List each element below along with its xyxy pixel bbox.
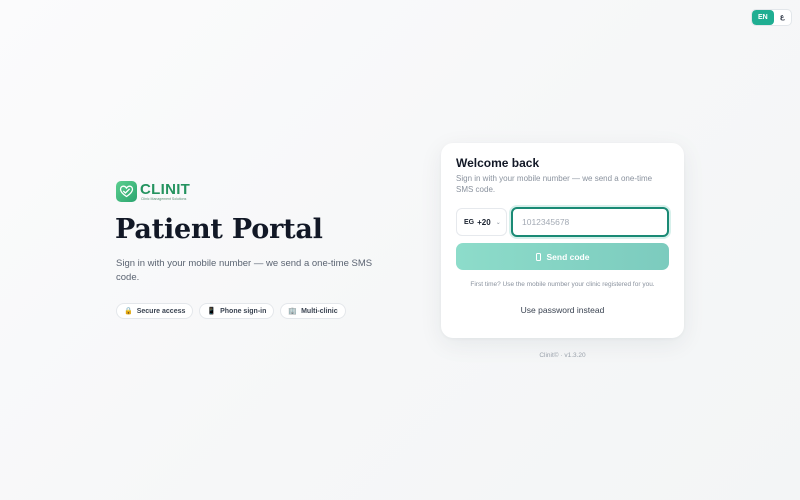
brand-logo: CLINIT Clinic Management Solutions bbox=[116, 181, 190, 202]
chip-label: Secure access bbox=[136, 307, 186, 315]
lang-en-button[interactable]: EN bbox=[752, 10, 774, 25]
chip-secure-access: 🔒 Secure access bbox=[116, 303, 194, 319]
language-switcher: EN ع bbox=[751, 9, 792, 26]
country-code-select[interactable]: EG +20 ⌄ bbox=[456, 208, 507, 236]
page-subtitle: Sign in with your mobile number — we sen… bbox=[116, 258, 373, 283]
heart-stethoscope-icon bbox=[116, 181, 137, 202]
chip-label: Phone sign-in bbox=[220, 307, 267, 315]
card-subtitle: Sign in with your mobile number — we sen… bbox=[456, 174, 653, 194]
card-title: Welcome back bbox=[456, 156, 540, 170]
phone-icon bbox=[535, 252, 541, 261]
brand-name: CLINIT bbox=[140, 180, 191, 198]
brand-tagline: Clinic Management Solutions bbox=[141, 196, 187, 201]
chevron-down-icon: ⌄ bbox=[495, 219, 501, 226]
chip-label: Multi-clinic bbox=[301, 307, 338, 315]
lock-icon: 🔒 bbox=[124, 308, 133, 315]
use-password-link[interactable]: Use password instead bbox=[441, 305, 684, 315]
version-label: Clinit© · v1.3.20 bbox=[539, 352, 586, 359]
feature-chips: 🔒 Secure access 📱 Phone sign-in 🏢 Multi-… bbox=[116, 303, 346, 319]
lang-ar-button[interactable]: ع bbox=[774, 10, 791, 25]
login-card: Welcome back Sign in with your mobile nu… bbox=[441, 143, 684, 338]
chip-multi-clinic: 🏢 Multi-clinic bbox=[280, 303, 346, 319]
send-code-button[interactable]: Send code bbox=[456, 243, 669, 270]
dial-code: +20 bbox=[477, 217, 491, 227]
country-code: EG bbox=[464, 218, 475, 226]
phone-icon: 📱 bbox=[207, 308, 217, 315]
page-title: Patient Portal bbox=[115, 214, 323, 245]
chip-phone-sign-in: 📱 Phone sign-in bbox=[199, 303, 275, 319]
first-time-hint: First time? Use the mobile number your c… bbox=[470, 281, 655, 288]
phone-input[interactable] bbox=[511, 207, 669, 237]
send-code-label: Send code bbox=[546, 251, 590, 262]
building-icon: 🏢 bbox=[288, 308, 298, 315]
